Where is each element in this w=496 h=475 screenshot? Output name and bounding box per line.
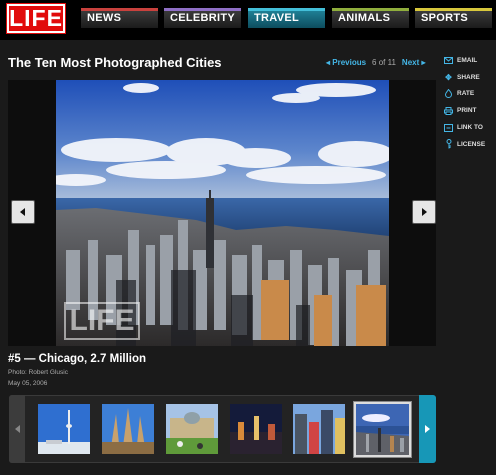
life-watermark: LIFE (64, 302, 140, 340)
rate-action[interactable]: RATE (444, 86, 494, 103)
key-icon (444, 139, 453, 149)
share-icon: ✥ (445, 72, 452, 82)
action-menu: EMAIL ✥ SHARE RATE PRINT LINK TO LICENSE (444, 52, 494, 153)
life-logo[interactable]: LIFE (6, 3, 66, 34)
email-label: EMAIL (457, 56, 478, 64)
thumbnail-new-york[interactable] (293, 404, 345, 454)
previous-photo-button[interactable] (11, 200, 35, 224)
print-label: PRINT (457, 107, 477, 115)
nav-tab-news[interactable]: NEWS (81, 8, 158, 28)
thumbnail-toronto[interactable] (38, 404, 90, 454)
gallery-pager: ◂ Previous 6 of 11 Next ▸ (326, 58, 426, 67)
printer-icon (444, 106, 453, 115)
link-to-action[interactable]: LINK TO (444, 119, 494, 136)
main-photo: LIFE (56, 80, 389, 346)
thumbnail-chicago-selected[interactable] (353, 401, 412, 458)
next-label: Next (401, 58, 420, 67)
filmstrip-right-button[interactable] (419, 395, 436, 463)
nav-tab-travel[interactable]: TRAVEL (248, 8, 325, 28)
rate-label: RATE (457, 90, 475, 98)
arrow-right-icon (422, 208, 427, 216)
thumbnail-las-vegas[interactable] (230, 404, 282, 454)
photo-date: May 05, 2006 (8, 380, 48, 387)
photo-credit: Photo: Robert Glusic (8, 369, 68, 376)
share-label: SHARE (457, 73, 480, 81)
link-to-label: LINK TO (457, 124, 483, 132)
next-link[interactable]: Next ▸ (402, 58, 426, 67)
thumbnail-berlin[interactable] (166, 404, 218, 454)
flame-icon (444, 89, 453, 99)
print-action[interactable]: PRINT (444, 102, 494, 119)
link-icon (444, 123, 453, 132)
thumbnail-barcelona[interactable] (102, 404, 154, 454)
filmstrip-left-button[interactable] (9, 395, 25, 463)
logo-text: LIFE (9, 5, 63, 31)
license-label: LICENSE (457, 140, 486, 148)
previous-link[interactable]: ◂ Previous (326, 58, 366, 67)
next-photo-button[interactable] (412, 200, 436, 224)
chevron-left-icon (14, 425, 20, 433)
previous-label: Previous (332, 58, 367, 67)
photo-counter: 6 of 11 (372, 58, 396, 67)
nav-tab-animals[interactable]: ANIMALS (332, 8, 409, 28)
gallery-title: The Ten Most Photographed Cities (8, 55, 222, 70)
email-action[interactable]: EMAIL (444, 52, 494, 69)
photo-caption: #5 — Chicago, 2.7 Million (8, 353, 147, 365)
arrow-left-icon (20, 208, 25, 216)
nav-tab-sports[interactable]: SPORTS (415, 8, 492, 28)
license-action[interactable]: LICENSE (444, 136, 494, 153)
envelope-icon (444, 56, 453, 65)
share-action[interactable]: ✥ SHARE (444, 69, 494, 86)
nav-tab-celebrity[interactable]: CELEBRITY (164, 8, 241, 28)
chevron-right-icon (425, 425, 430, 433)
